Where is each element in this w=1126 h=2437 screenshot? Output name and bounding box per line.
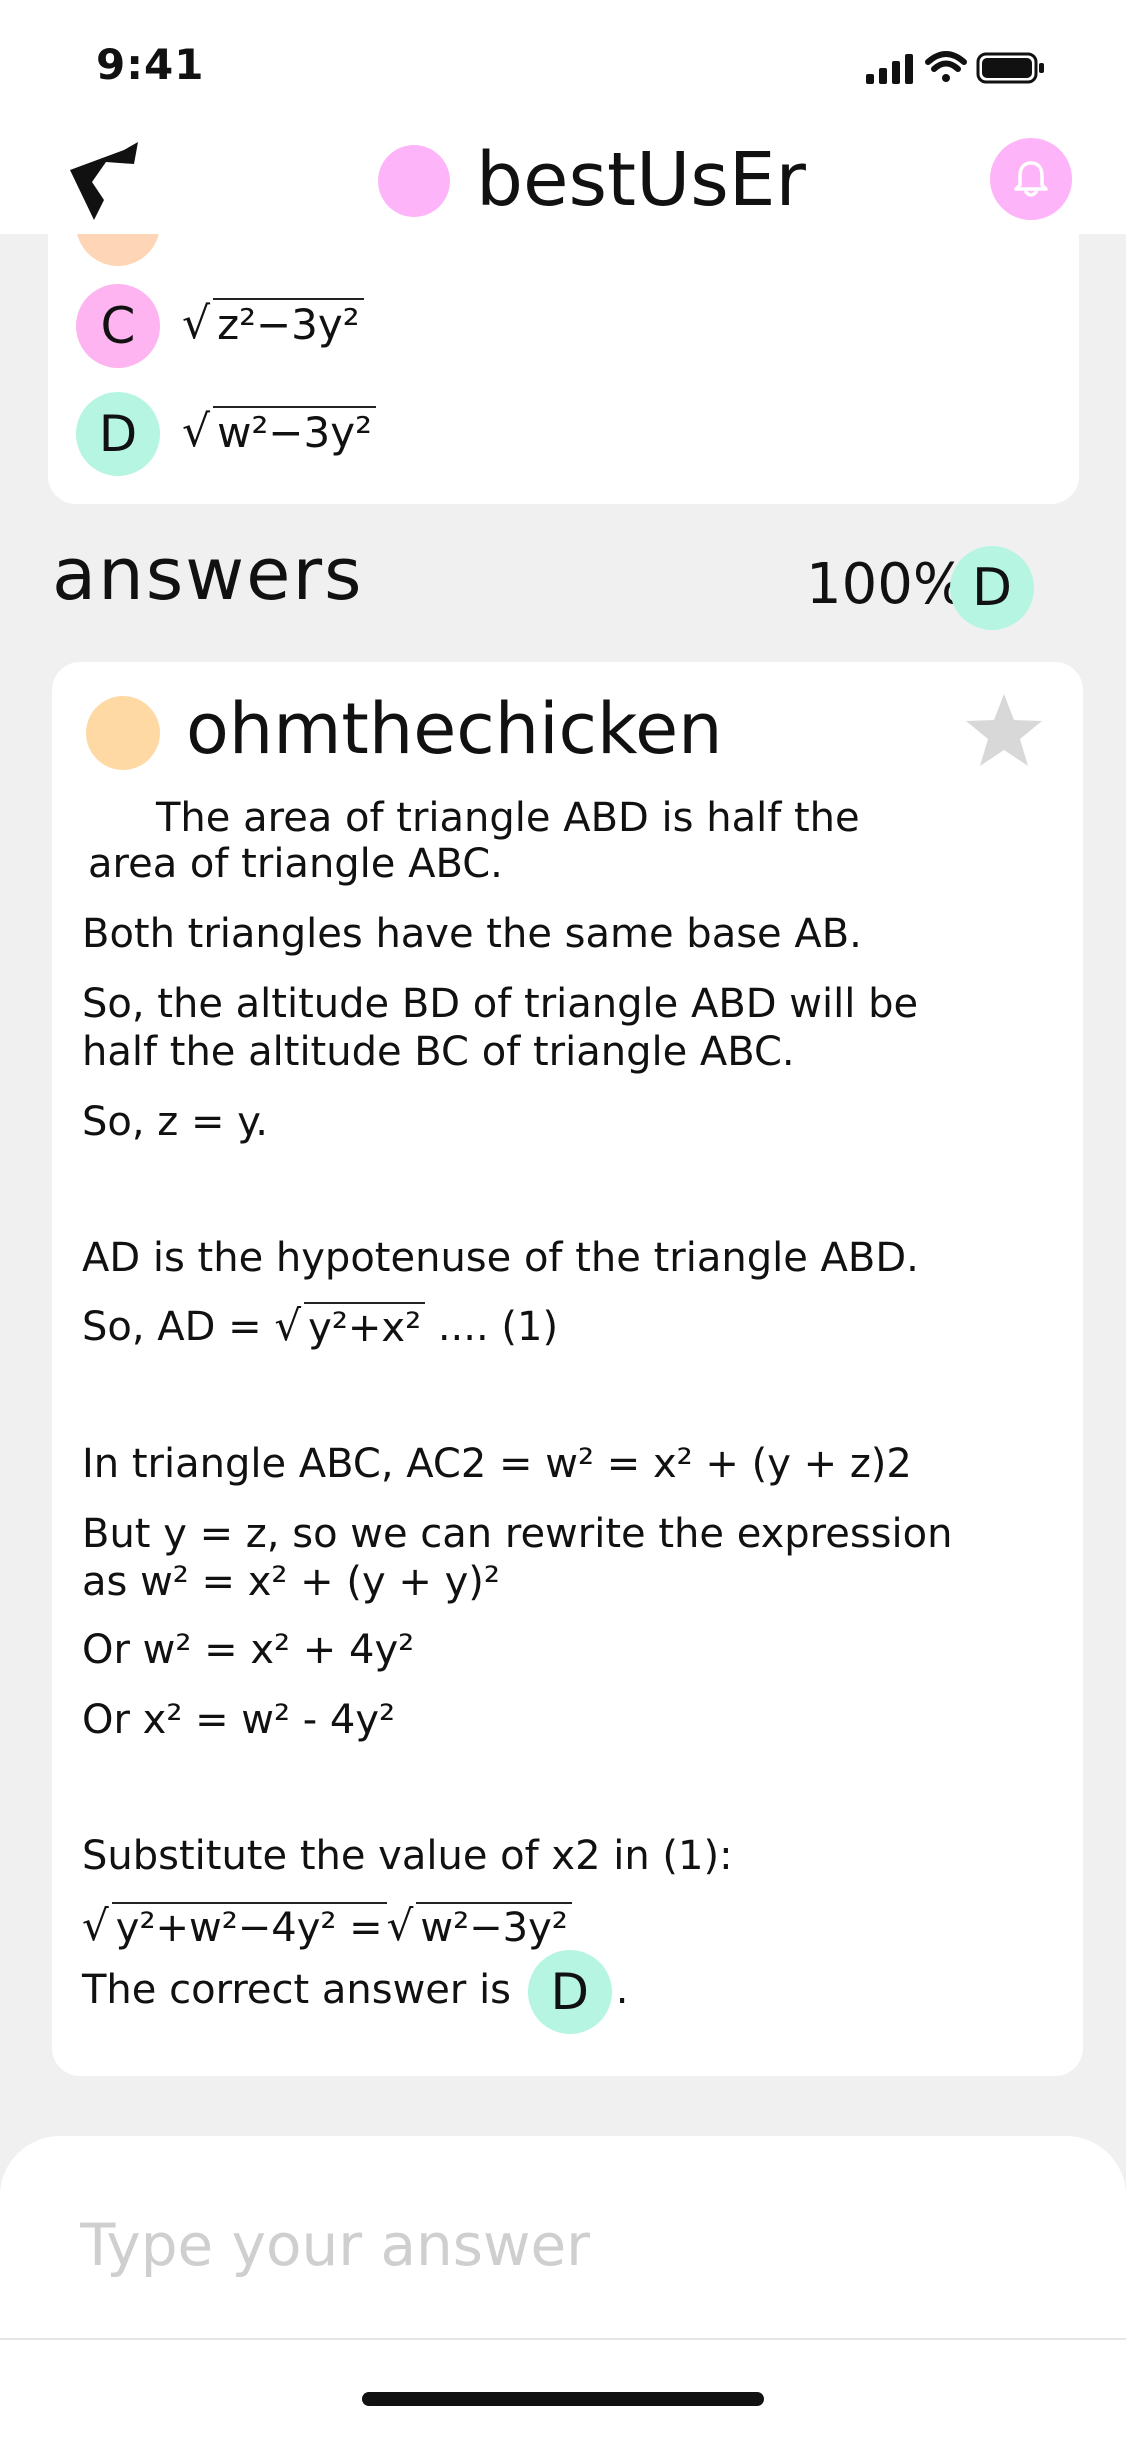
sqrt-icon: √ [386, 1901, 414, 1950]
answers-heading: answers [52, 532, 364, 616]
answer-input[interactable] [78, 2210, 1042, 2280]
answer-line: So, AD = √ y²+x² .... (1) [82, 1302, 558, 1352]
chevron-left-icon [70, 142, 138, 220]
answer-line: But y = z, so we can rewrite the express… [82, 1511, 953, 1557]
battery-icon [976, 52, 1044, 84]
radicand: y²+x² [304, 1302, 426, 1352]
answer-text: So, AD = [82, 1304, 275, 1350]
answer-line: √ y²+w²−4y² = √ w²−3y² [82, 1902, 572, 1952]
answer-line: as w² = x² + (y + y)² [82, 1559, 500, 1605]
sqrt-icon: √ [82, 1901, 109, 1950]
answer-line: So, z = y. [82, 1099, 268, 1145]
notification-button[interactable] [990, 138, 1072, 220]
answer-line: The correct answer is D. [82, 1948, 628, 2034]
bell-icon [1014, 161, 1048, 197]
chat-header: bestUsEr [0, 130, 1126, 234]
radicand: y²+w²−4y² = [111, 1902, 387, 1952]
answer-text: .... (1) [425, 1304, 559, 1350]
answer-line: Substitute the value of x2 in (1): [82, 1833, 733, 1879]
question-card: C √ z²−3y² D √ w²−3y² [48, 234, 1079, 504]
answer-percent: 100% [806, 552, 967, 617]
author-name[interactable]: ohmthechicken [186, 688, 723, 770]
answer-line: In triangle ABC, AC2 = w² = x² + (y + z)… [82, 1441, 912, 1487]
answer-card: ohmthechicken The area of triangle ABD i… [52, 662, 1083, 2076]
top-answer-badge: D [950, 546, 1034, 630]
answer-line: Or w² = x² + 4y² [82, 1627, 415, 1673]
answer-line: area of triangle ABC. [88, 841, 503, 887]
answer-line: half the altitude BC of triangle ABC. [82, 1029, 795, 1075]
wifi-icon [925, 51, 967, 82]
option-expression: √ w²−3y² [182, 406, 376, 457]
sqrt-icon: √ [182, 406, 211, 457]
radicand: z²−3y² [213, 298, 364, 349]
option-b-badge [76, 234, 160, 266]
radicand: w²−3y² [416, 1902, 572, 1952]
sqrt-icon: √ [182, 298, 211, 349]
page-title: bestUsEr [476, 137, 806, 223]
answer-line: Both triangles have the same base AB. [82, 911, 862, 957]
option-expression: √ z²−3y² [182, 298, 364, 349]
author-avatar[interactable] [86, 696, 160, 770]
answer-text: The correct answer is [82, 1967, 524, 2013]
sqrt-icon: √ [274, 1301, 302, 1350]
answer-text: . [615, 1967, 629, 2013]
back-button[interactable] [66, 142, 146, 222]
compose-bar [0, 2136, 1126, 2437]
star-icon[interactable] [964, 692, 1044, 768]
cellular-signal-icon [866, 54, 913, 84]
answer-line: The area of triangle ABD is half the [156, 795, 860, 841]
divider [0, 2338, 1126, 2340]
answer-line: AD is the hypotenuse of the triangle ABD… [82, 1235, 919, 1281]
home-indicator[interactable] [362, 2392, 764, 2406]
answer-line: So, the altitude BD of triangle ABD will… [82, 981, 919, 1027]
radicand: w²−3y² [213, 406, 376, 457]
option-letter: D [76, 392, 160, 476]
status-time: 9:41 [96, 40, 205, 89]
status-icons [866, 48, 1046, 92]
option-letter: C [76, 284, 160, 368]
user-avatar[interactable] [378, 145, 450, 217]
answer-choice-badge: D [527, 1950, 612, 2034]
answer-line: Or x² = w² - 4y² [82, 1697, 396, 1743]
status-bar: 9:41 [0, 0, 1126, 130]
